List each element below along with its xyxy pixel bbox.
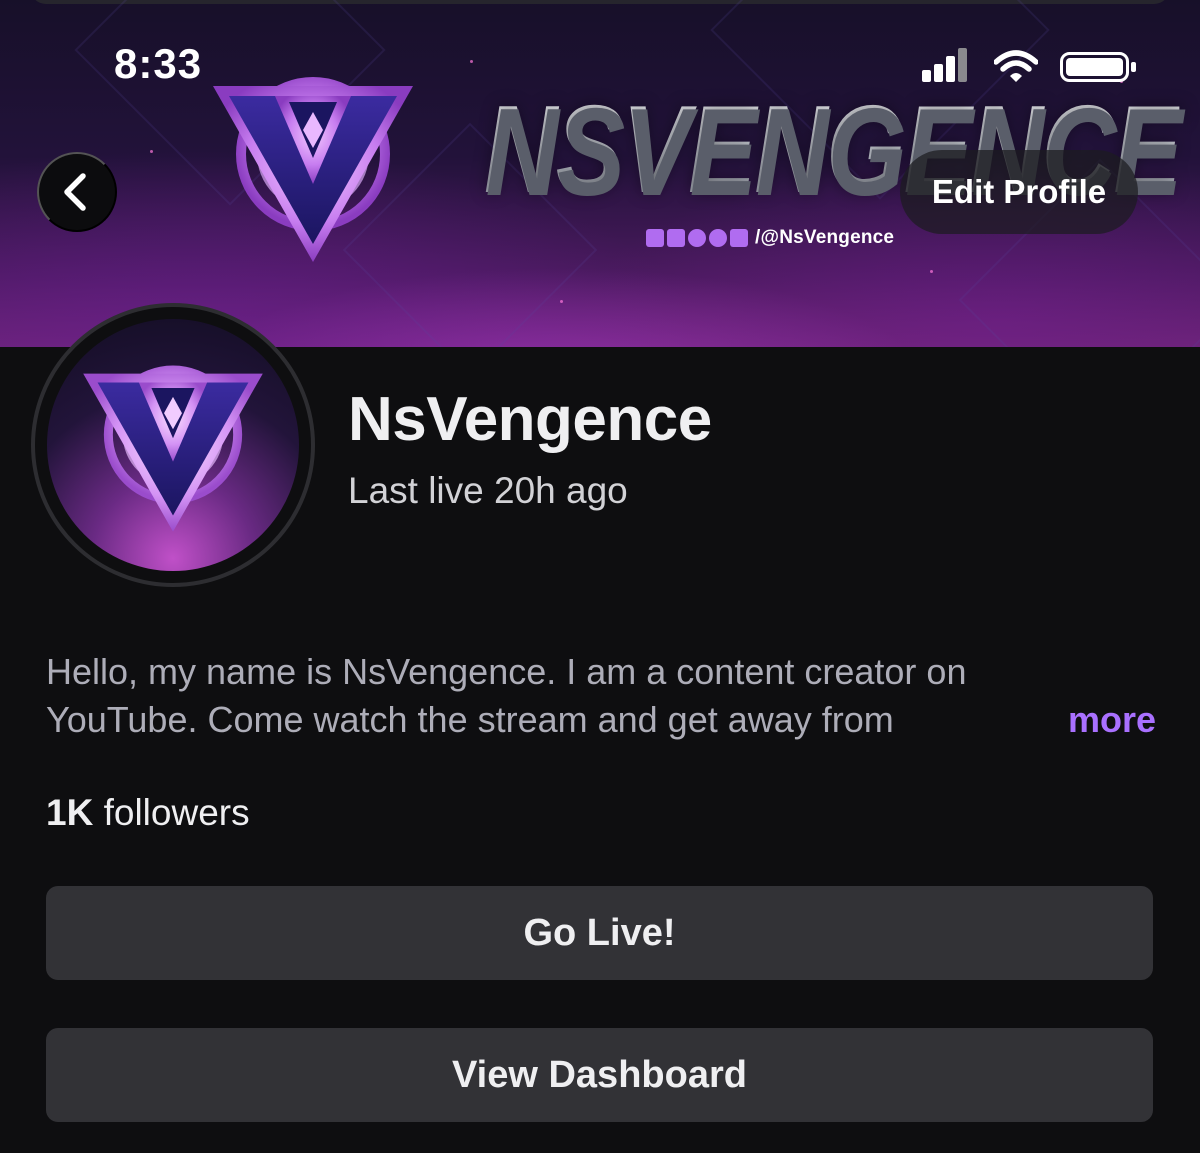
- edit-profile-button[interactable]: Edit Profile: [900, 150, 1138, 234]
- last-live-status: Last live 20h ago: [348, 470, 628, 511]
- bio-more-link[interactable]: more: [1068, 696, 1156, 744]
- view-dashboard-button[interactable]: View Dashboard: [46, 1028, 1153, 1122]
- instagram-icon: [688, 229, 706, 247]
- bio-line: YouTube. Come watch the stream and get a…: [46, 696, 1156, 744]
- channel-logo-icon: [83, 365, 263, 532]
- banner-decor-star: [560, 300, 563, 303]
- followers-count[interactable]: 1K followers: [46, 792, 250, 834]
- signal-icon: [922, 48, 968, 84]
- banner-handle: /@NsVengence: [755, 227, 895, 248]
- youtube-icon: [667, 229, 685, 247]
- channel-name: NsVengence: [348, 385, 712, 454]
- banner-decor-star: [470, 60, 473, 63]
- followers-label: followers: [103, 792, 250, 833]
- avatar[interactable]: [47, 319, 299, 571]
- battery-icon: [1060, 52, 1136, 82]
- followers-number: 1K: [46, 792, 94, 833]
- go-live-button[interactable]: Go Live!: [46, 886, 1153, 980]
- banner-decor-star: [150, 150, 153, 153]
- chevron-left-icon: [64, 173, 86, 211]
- profile-banner: NSVENGENCE /@NsVengence 8:33 Edit Profil…: [0, 0, 1200, 347]
- channel-logo-icon: [213, 77, 413, 262]
- bio-line: Hello, my name is NsVengence. I am a con…: [46, 651, 967, 692]
- back-button[interactable]: [37, 152, 117, 232]
- bio-line-text: YouTube. Come watch the stream and get a…: [46, 699, 894, 740]
- twitch-icon: [646, 229, 664, 247]
- status-time: 8:33: [114, 40, 203, 87]
- wifi-icon: [994, 50, 1038, 82]
- tiktok-icon: [730, 229, 748, 247]
- channel-bio: Hello, my name is NsVengence. I am a con…: [46, 648, 1156, 744]
- banner-social-row: /@NsVengence: [646, 226, 894, 250]
- status-icons: [922, 48, 1138, 84]
- banner-decor-star: [930, 270, 933, 273]
- twitter-icon: [709, 229, 727, 247]
